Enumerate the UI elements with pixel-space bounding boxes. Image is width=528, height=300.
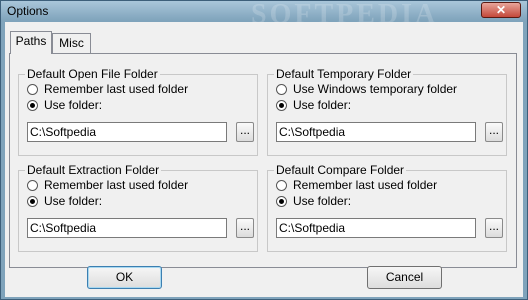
tab-misc[interactable]: Misc (52, 33, 91, 53)
window-title: Options (7, 4, 49, 18)
close-button[interactable]: ✕ (481, 2, 521, 18)
radio-button[interactable] (276, 100, 287, 111)
tab-paths[interactable]: Paths (10, 31, 52, 54)
browse-button[interactable]: ... (236, 218, 254, 238)
radio-button[interactable] (27, 84, 38, 95)
group-title: Default Extraction Folder (25, 163, 162, 177)
radio-label: Remember last used folder (44, 178, 189, 192)
group-title: Default Compare Folder (274, 163, 407, 177)
group-extraction-folder: Default Extraction Folder Remember last … (18, 163, 258, 252)
radio-button[interactable] (27, 196, 38, 207)
tab-label: Misc (59, 36, 84, 50)
radio-button[interactable] (276, 196, 287, 207)
radio-button[interactable] (27, 100, 38, 111)
radio-button[interactable] (276, 84, 287, 95)
ok-button[interactable]: OK (87, 266, 162, 289)
radio-button[interactable] (27, 180, 38, 191)
radio-label: Remember last used folder (293, 178, 438, 192)
options-window: Options SOFTPEDIA ✕ Paths Misc Default O… (0, 0, 528, 300)
folder-path-input[interactable]: C:\Softpedia (276, 218, 476, 238)
browse-button[interactable]: ... (485, 218, 503, 238)
radio-label: Remember last used folder (44, 82, 189, 96)
folder-path-input[interactable]: C:\Softpedia (27, 218, 227, 238)
group-title: Default Temporary Folder (274, 67, 414, 81)
radio-label: Use folder: (293, 194, 352, 208)
close-icon: ✕ (495, 3, 507, 17)
tab-label: Paths (15, 34, 47, 48)
browse-button[interactable]: ... (236, 122, 254, 142)
folder-path-input[interactable]: C:\Softpedia (27, 122, 227, 142)
radio-button[interactable] (276, 180, 287, 191)
browse-button[interactable]: ... (485, 122, 503, 142)
radio-label: Use folder: (293, 98, 352, 112)
paths-tab-panel: Default Open File Folder Remember last u… (9, 53, 517, 268)
radio-label: Use folder: (44, 194, 103, 208)
group-open-file-folder: Default Open File Folder Remember last u… (18, 67, 258, 156)
folder-path-input[interactable]: C:\Softpedia (276, 122, 476, 142)
cancel-button[interactable]: Cancel (367, 266, 442, 289)
dialog-body: Paths Misc Default Open File Folder Reme… (5, 22, 523, 297)
title-bar[interactable]: Options SOFTPEDIA ✕ (1, 0, 527, 30)
radio-label: Use Windows temporary folder (293, 82, 458, 96)
group-compare-folder: Default Compare Folder Remember last use… (267, 163, 507, 252)
radio-label: Use folder: (44, 98, 103, 112)
group-temporary-folder: Default Temporary Folder Use Windows tem… (267, 67, 507, 156)
group-title: Default Open File Folder (25, 67, 160, 81)
